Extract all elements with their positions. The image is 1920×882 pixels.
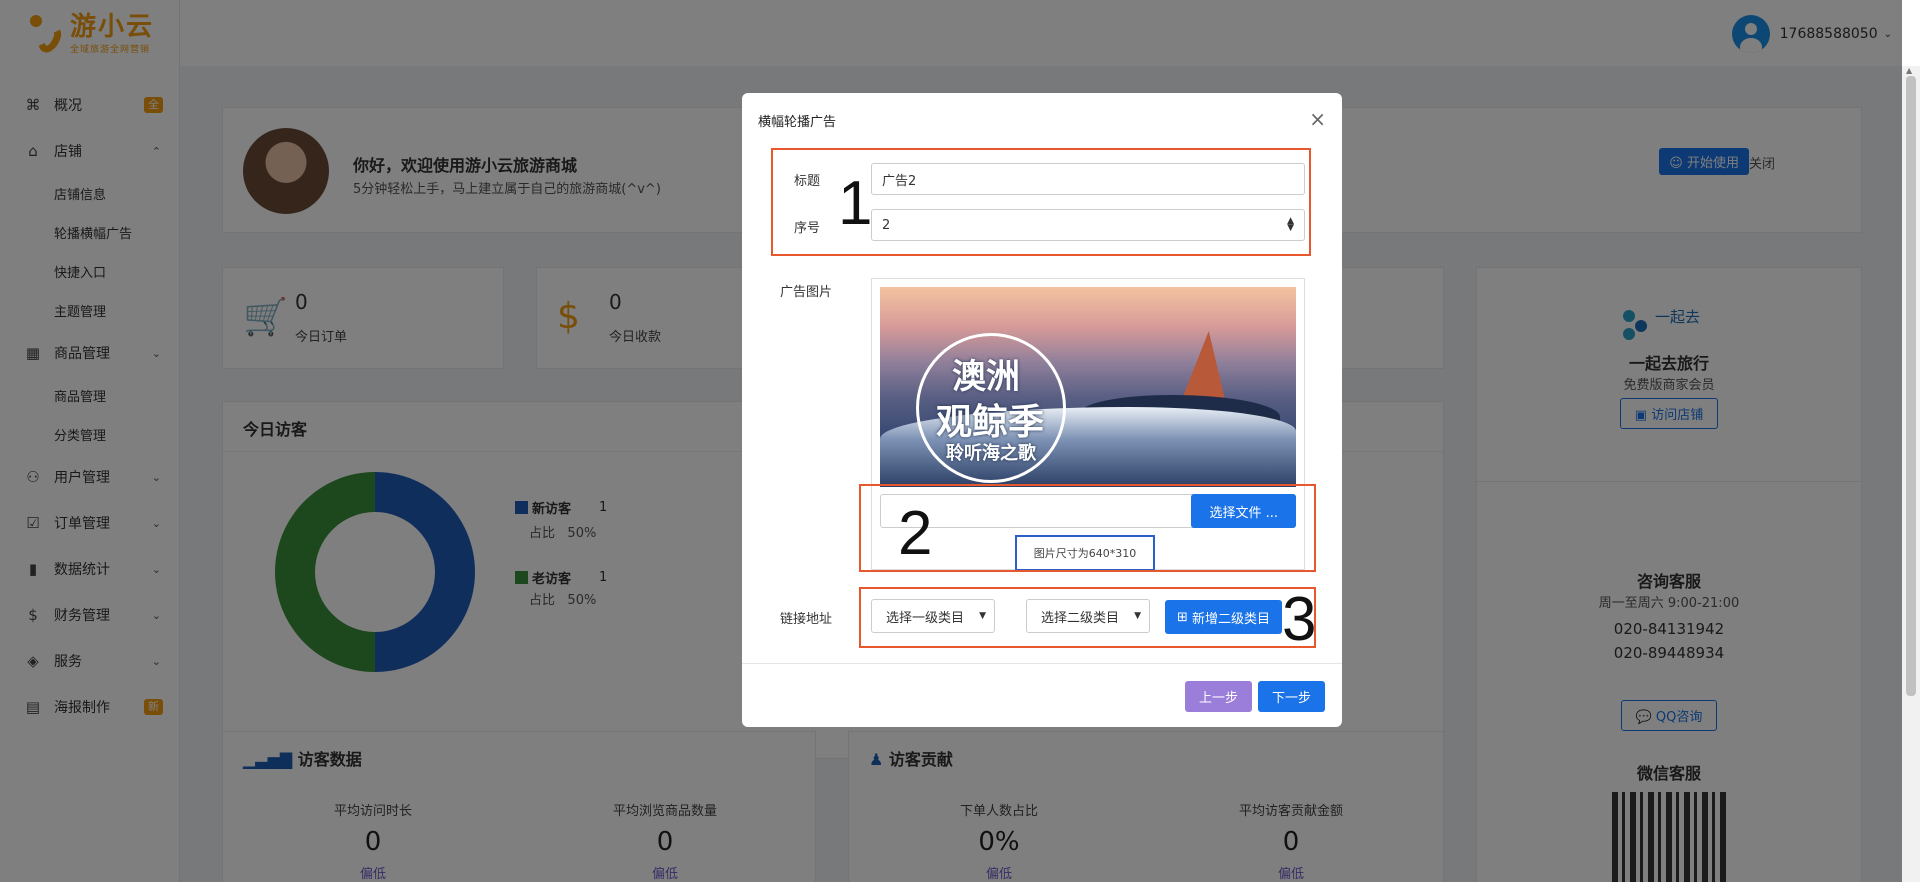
caret-down-icon: ▼	[979, 611, 986, 621]
next-step-button[interactable]: 下一步	[1258, 681, 1326, 712]
spinner-arrows-icon[interactable]: ▲ ▼	[1287, 217, 1294, 233]
ad-image-label: 广告图片	[780, 285, 833, 300]
scrollbar-thumb[interactable]	[1906, 76, 1916, 696]
plus-square-icon: ⊞	[1177, 609, 1188, 625]
order-label: 序号	[794, 221, 821, 236]
title-input[interactable]: 广告2	[871, 163, 1305, 195]
scroll-up-icon: ▲	[1906, 66, 1913, 75]
link-label: 链接地址	[780, 612, 833, 627]
ad-image-text-2: 观鲸季	[936, 402, 1045, 443]
annotation-number-2: 2	[898, 499, 933, 568]
annotation-number-1: 1	[838, 169, 873, 238]
add-subcategory-button[interactable]: ⊞ 新增二级类目	[1165, 600, 1283, 634]
secondary-category-select[interactable]: 选择二级类目 ▼	[1026, 599, 1150, 633]
modal-footer-divider	[742, 663, 1342, 664]
primary-category-select[interactable]: 选择一级类目 ▼	[871, 599, 995, 633]
annotation-number-3: 3	[1282, 585, 1317, 654]
banner-ad-modal: 横幅轮播广告 × 1 标题 广告2 序号 2 ▲ ▼ 广告图片 澳洲 观鲸季 聆听…	[742, 93, 1342, 727]
ad-image-text-3: 聆听海之歌	[946, 443, 1036, 464]
title-label: 标题	[794, 174, 821, 189]
ad-image-text-1: 澳洲	[952, 357, 1020, 397]
caret-down-icon: ▼	[1134, 611, 1141, 621]
ad-image-preview: 澳洲 观鲸季 聆听海之歌	[880, 287, 1296, 487]
order-number-input[interactable]: 2 ▲ ▼	[871, 209, 1305, 241]
order-value: 2	[882, 217, 891, 233]
modal-title: 横幅轮播广告	[758, 115, 837, 130]
close-icon[interactable]: ×	[1309, 107, 1326, 131]
previous-step-button[interactable]: 上一步	[1185, 681, 1253, 712]
page-scrollbar[interactable]: ▲	[1902, 66, 1920, 882]
